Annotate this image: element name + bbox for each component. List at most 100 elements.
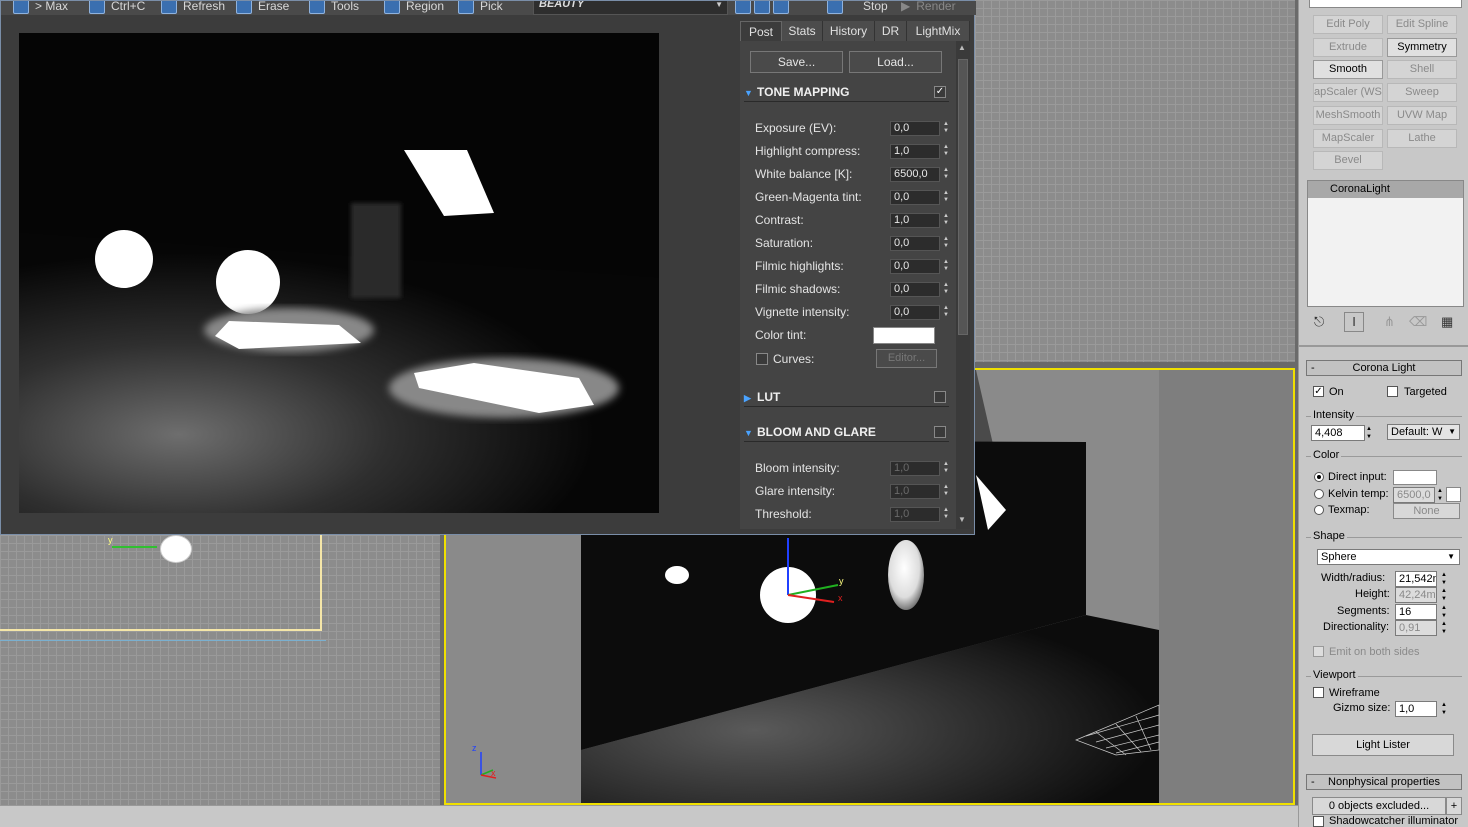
modifier-meshsmooth-button[interactable]: MeshSmooth bbox=[1313, 106, 1383, 125]
save-button[interactable]: Save... bbox=[750, 51, 843, 73]
saturation-input[interactable]: 0,0 bbox=[890, 236, 940, 251]
light-sphere-gizmo[interactable] bbox=[160, 535, 192, 563]
viewport-top-right[interactable] bbox=[975, 0, 1295, 362]
bloom-glare-header[interactable]: ▼ BLOOM AND GLARE bbox=[744, 422, 949, 442]
directionality-spinner-icon[interactable]: ▲ ▼ bbox=[1440, 620, 1448, 636]
corona-light-rollout-header[interactable]: - Corona Light bbox=[1306, 360, 1462, 376]
intensity-spinner-icon[interactable]: ▲ ▼ bbox=[1365, 425, 1373, 441]
vignette-input[interactable]: 0,0 bbox=[890, 305, 940, 320]
modifier-mapscaler-wsm-button[interactable]: apScaler (WSM) bbox=[1313, 83, 1383, 102]
shape-select[interactable]: Sphere ▼ bbox=[1317, 549, 1460, 565]
render-image[interactable] bbox=[19, 33, 659, 513]
on-checkbox[interactable]: ✓ bbox=[1313, 386, 1324, 397]
targeted-checkbox[interactable] bbox=[1387, 386, 1398, 397]
render-button[interactable]: ▶ Render bbox=[901, 1, 956, 15]
show-end-result-icon[interactable]: I bbox=[1344, 312, 1364, 332]
intensity-unit-select[interactable]: Default: W ▼ bbox=[1387, 424, 1460, 440]
spinner-icon[interactable]: ▲ ▼ bbox=[942, 259, 950, 274]
load-button[interactable]: Load... bbox=[849, 51, 942, 73]
width-radius-input[interactable]: 21,542m bbox=[1395, 571, 1437, 587]
tools-button[interactable]: Tools bbox=[309, 1, 359, 15]
shadowcatcher-checkbox[interactable] bbox=[1313, 816, 1324, 827]
add-exclude-button[interactable]: + bbox=[1446, 797, 1462, 815]
spinner-icon[interactable]: ▲ ▼ bbox=[942, 305, 950, 320]
modifier-edit-spline-button[interactable]: Edit Spline bbox=[1387, 15, 1457, 34]
spinner-icon[interactable]: ▲ ▼ bbox=[942, 236, 950, 251]
scroll-up-icon[interactable]: ▲ bbox=[958, 43, 966, 52]
modifier-mapscaler-button[interactable]: MapScaler bbox=[1313, 129, 1383, 148]
spinner-icon[interactable]: ▲ ▼ bbox=[942, 190, 950, 205]
modifier-symmetry-button[interactable]: Symmetry bbox=[1387, 38, 1457, 57]
highlight-compress-input[interactable]: 1,0 bbox=[890, 144, 940, 159]
modifier-extrude-button[interactable]: Extrude bbox=[1313, 38, 1383, 57]
refresh-button[interactable]: Refresh bbox=[161, 1, 225, 15]
modifier-sweep-button[interactable]: Sweep bbox=[1387, 83, 1457, 102]
zoom-in-icon[interactable] bbox=[735, 1, 751, 14]
contrast-input[interactable]: 1,0 bbox=[890, 213, 940, 228]
directionality-input[interactable]: 0,91 bbox=[1395, 620, 1437, 636]
spinner-icon[interactable]: ▲ ▼ bbox=[942, 507, 950, 522]
color-tint-swatch[interactable] bbox=[873, 327, 935, 344]
nonphysical-rollout-header[interactable]: - Nonphysical properties bbox=[1306, 774, 1462, 790]
spinner-icon[interactable]: ▲ ▼ bbox=[942, 167, 950, 182]
modifier-smooth-button[interactable]: Smooth bbox=[1313, 60, 1383, 79]
tab-post[interactable]: Post bbox=[740, 21, 782, 41]
pin-stack-icon[interactable]: ⎋ bbox=[1314, 314, 1324, 330]
remove-modifier-icon[interactable]: ⌫ bbox=[1409, 314, 1427, 330]
configure-modifier-sets-icon[interactable]: ▦ bbox=[1441, 314, 1453, 330]
kelvin-radio[interactable] bbox=[1314, 489, 1324, 499]
region-button[interactable]: Region bbox=[384, 1, 444, 15]
height-spinner-icon[interactable]: ▲ ▼ bbox=[1440, 587, 1448, 603]
light-lister-button[interactable]: Light Lister bbox=[1312, 734, 1454, 756]
copy-button[interactable]: Ctrl+C bbox=[89, 1, 145, 15]
channel-select[interactable]: BEAUTY ▼ bbox=[533, 1, 728, 15]
filmic-shadows-input[interactable]: 0,0 bbox=[890, 282, 940, 297]
tone-mapping-header[interactable]: ▼ TONE MAPPING bbox=[744, 82, 949, 102]
max-button[interactable]: > Max bbox=[13, 1, 68, 15]
tab-dr[interactable]: DR bbox=[875, 21, 907, 41]
exposure-input[interactable]: 0,0 bbox=[890, 121, 940, 136]
gizmo-spinner-icon[interactable]: ▲ ▼ bbox=[1440, 701, 1448, 717]
tone-mapping-checkbox[interactable]: ✓ bbox=[934, 86, 946, 98]
lut-checkbox[interactable] bbox=[934, 391, 946, 403]
lut-header[interactable]: ▶ LUT bbox=[744, 387, 949, 407]
segments-spinner-icon[interactable]: ▲ ▼ bbox=[1440, 604, 1448, 620]
spinner-icon[interactable]: ▲ ▼ bbox=[942, 282, 950, 297]
segments-input[interactable]: 16 bbox=[1395, 604, 1437, 620]
spinner-icon[interactable]: ▲ ▼ bbox=[942, 144, 950, 159]
scroll-thumb[interactable] bbox=[958, 59, 968, 335]
glare-intensity-input[interactable]: 1,0 bbox=[890, 484, 940, 499]
curves-editor-button[interactable]: Editor... bbox=[876, 349, 937, 368]
threshold-input[interactable]: 1,0 bbox=[890, 507, 940, 522]
spinner-icon[interactable]: ▲ ▼ bbox=[942, 461, 950, 476]
modifier-bevel-button[interactable]: Bevel bbox=[1313, 151, 1383, 170]
modifier-edit-poly-button[interactable]: Edit Poly bbox=[1313, 15, 1383, 34]
height-input[interactable]: 42,24mm bbox=[1395, 587, 1437, 603]
zoom-out-icon[interactable] bbox=[754, 1, 770, 14]
kelvin-spinner-icon[interactable]: ▲ ▼ bbox=[1436, 487, 1444, 503]
direct-input-radio[interactable] bbox=[1314, 472, 1324, 482]
modifier-uvw-map-button[interactable]: UVW Map bbox=[1387, 106, 1457, 125]
modifier-shell-button[interactable]: Shell bbox=[1387, 60, 1457, 79]
gizmo-size-input[interactable]: 1,0 bbox=[1395, 701, 1437, 717]
stack-item-coronalight[interactable]: CoronaLight bbox=[1308, 181, 1463, 198]
direct-color-swatch[interactable] bbox=[1393, 470, 1437, 485]
emit-both-sides-checkbox[interactable] bbox=[1313, 646, 1324, 657]
scroll-down-icon[interactable]: ▼ bbox=[958, 515, 966, 524]
white-balance-input[interactable]: 6500,0 bbox=[890, 167, 940, 182]
tab-stats[interactable]: Stats bbox=[782, 21, 823, 41]
spinner-icon[interactable]: ▲ ▼ bbox=[942, 213, 950, 228]
tab-history[interactable]: History bbox=[823, 21, 875, 41]
bloom-intensity-input[interactable]: 1,0 bbox=[890, 461, 940, 476]
width-spinner-icon[interactable]: ▲ ▼ bbox=[1440, 571, 1448, 587]
tab-lightmix[interactable]: LightMix bbox=[907, 21, 970, 41]
erase-button[interactable]: Erase bbox=[236, 1, 289, 15]
wireframe-checkbox[interactable] bbox=[1313, 687, 1324, 698]
modifier-lathe-button[interactable]: Lathe bbox=[1387, 129, 1457, 148]
spinner-icon[interactable]: ▲ ▼ bbox=[942, 121, 950, 136]
exclude-button[interactable]: 0 objects excluded... bbox=[1312, 797, 1446, 815]
spinner-icon[interactable]: ▲ ▼ bbox=[942, 484, 950, 499]
make-unique-icon[interactable]: ⋔ bbox=[1384, 314, 1395, 330]
zoom-fit-icon[interactable] bbox=[773, 1, 789, 14]
green-magenta-input[interactable]: 0,0 bbox=[890, 190, 940, 205]
